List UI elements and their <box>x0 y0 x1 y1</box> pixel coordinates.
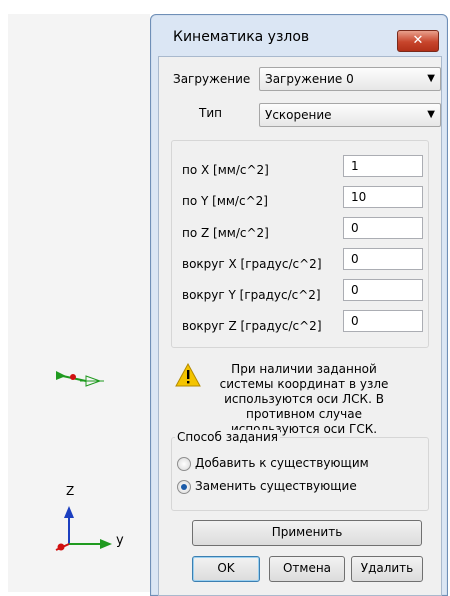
field-label-rx: вокруг X [градус/с^2] <box>182 257 322 271</box>
node-kinematics-marker <box>56 371 104 387</box>
ok-button[interactable]: OK <box>192 556 260 582</box>
rot-x-input[interactable]: 0 <box>343 248 423 270</box>
close-icon: ✕ <box>412 33 424 48</box>
radio-add-circle[interactable] <box>177 457 191 471</box>
values-group: по X [мм/с^2] 1 по Y [мм/с^2] 10 по Z [м… <box>171 140 429 348</box>
rot-y-value: 0 <box>351 283 359 297</box>
radio-replace-circle[interactable] <box>177 480 191 494</box>
accel-y-input[interactable]: 10 <box>343 186 423 208</box>
field-label-x: по X [мм/с^2] <box>182 163 269 177</box>
chevron-down-icon: ▼ <box>427 109 435 120</box>
radio-replace-label[interactable]: Заменить существующие <box>195 479 357 493</box>
apply-button[interactable]: Применить <box>192 520 422 546</box>
method-group-title: Способ задания <box>175 430 280 444</box>
rot-z-input[interactable]: 0 <box>343 310 423 332</box>
field-label-ry: вокруг Y [градус/с^2] <box>182 288 321 302</box>
accel-x-value: 1 <box>351 159 359 173</box>
rot-y-input[interactable]: 0 <box>343 279 423 301</box>
axis-y-label: y <box>116 533 124 548</box>
close-button[interactable]: ✕ <box>397 30 439 52</box>
radio-add-label[interactable]: Добавить к существующим <box>195 456 369 470</box>
axis-triad <box>55 506 112 551</box>
field-label-y: по Y [мм/с^2] <box>182 194 268 208</box>
type-select[interactable]: Ускорение ▼ <box>259 103 441 127</box>
rot-x-value: 0 <box>351 252 359 266</box>
chevron-down-icon: ▼ <box>427 73 435 84</box>
cancel-button[interactable]: Отмена <box>269 556 345 582</box>
load-label: Загружение <box>173 72 251 86</box>
accel-z-value: 0 <box>351 221 359 235</box>
field-label-rz: вокруг Z [градус/с^2] <box>182 319 322 333</box>
type-label: Тип <box>199 106 222 120</box>
field-label-z: по Z [мм/с^2] <box>182 226 269 240</box>
accel-z-input[interactable]: 0 <box>343 217 423 239</box>
viewport-canvas <box>55 371 112 551</box>
title-bar[interactable]: Кинематика узлов ✕ <box>151 15 447 52</box>
delete-button[interactable]: Удалить <box>351 556 423 582</box>
type-selected-value: Ускорение <box>265 108 332 122</box>
dialog-client-area: Загружение Загружение 0 ▼ Тип Ускорение … <box>158 56 442 596</box>
model-viewport[interactable]: Z y <box>8 14 150 592</box>
dialog-title: Кинематика узлов <box>173 29 310 45</box>
rot-z-value: 0 <box>351 314 359 328</box>
warning-text: При наличии заданной системы координат в… <box>219 362 389 436</box>
kinematics-dialog: Кинематика узлов ✕ Загружение Загружение… <box>150 14 448 596</box>
load-select[interactable]: Загружение 0 ▼ <box>259 67 441 91</box>
warning-icon <box>175 363 201 387</box>
accel-x-input[interactable]: 1 <box>343 155 423 177</box>
accel-y-value: 10 <box>351 190 367 204</box>
load-selected-value: Загружение 0 <box>265 72 354 86</box>
axis-z-label: Z <box>66 484 75 498</box>
method-group <box>171 437 429 511</box>
